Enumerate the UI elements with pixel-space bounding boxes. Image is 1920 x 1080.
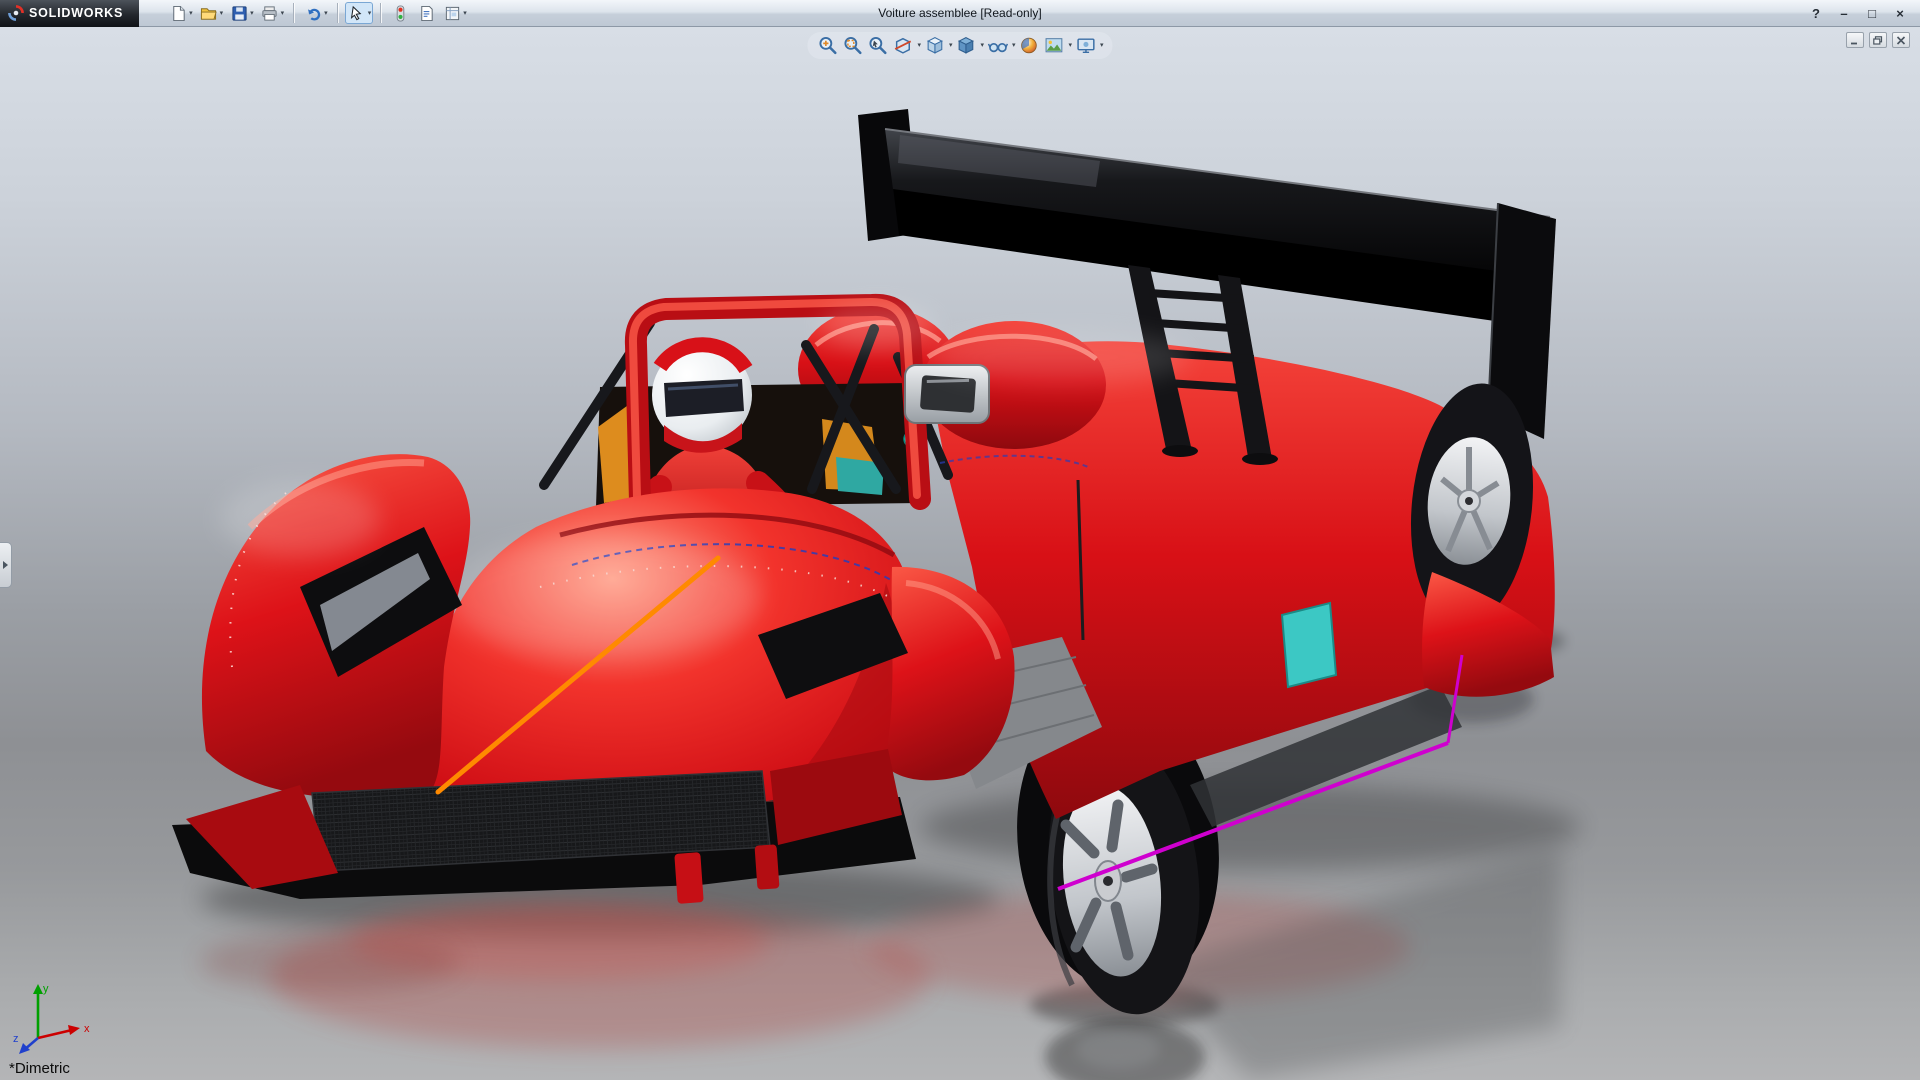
close-button[interactable]: × xyxy=(1888,3,1912,25)
document-window-controls xyxy=(1846,32,1910,48)
zoom-to-area-icon xyxy=(842,35,863,56)
undo-arrow-icon xyxy=(305,5,322,22)
rebuild-button[interactable] xyxy=(390,3,410,23)
solidworks-logo: SOLIDWORKS xyxy=(0,0,139,27)
document-restore-icon xyxy=(1873,36,1883,45)
new-dropdown-caret[interactable]: ▾ xyxy=(189,10,193,17)
toolbar-separator xyxy=(380,3,381,23)
hide-show-glasses-icon xyxy=(987,35,1008,56)
view-orientation-button[interactable] xyxy=(923,34,946,57)
solidworks-window: SOLIDWORKS ▾ ▾ ▾ ▾ xyxy=(0,0,1920,1080)
side-teal-panel[interactable] xyxy=(1282,603,1336,687)
file-properties-button[interactable] xyxy=(416,3,436,23)
select-dropdown-caret[interactable]: ▾ xyxy=(368,10,372,17)
driver-helmet xyxy=(652,345,752,453)
graphics-viewport[interactable]: ▾ ▾ ▾ ▾ ▾ ▾ xyxy=(0,27,1920,1080)
apply-scene-icon xyxy=(1044,35,1065,56)
featuremanager-collapse-tab[interactable] xyxy=(0,542,12,588)
document-minimize-icon xyxy=(1850,36,1860,45)
magnified-selection-icon xyxy=(867,35,888,56)
z-axis-label: z xyxy=(13,1033,19,1045)
document-close-button[interactable] xyxy=(1892,32,1910,48)
save-dropdown-caret[interactable]: ▾ xyxy=(250,10,254,17)
y-axis-label: y xyxy=(43,983,49,995)
options-button[interactable] xyxy=(442,3,462,23)
document-minimize-button[interactable] xyxy=(1846,32,1864,48)
view-orientation-cube-icon xyxy=(924,35,945,56)
undo-dropdown-caret[interactable]: ▾ xyxy=(324,10,328,17)
new-document-icon xyxy=(170,5,187,22)
zoom-to-fit-button[interactable] xyxy=(816,34,839,57)
open-document-button[interactable] xyxy=(199,3,219,23)
toolbar-separator xyxy=(337,3,338,23)
main-toolbar: ▾ ▾ ▾ ▾ ▾ xyxy=(165,0,470,27)
section-view-button[interactable] xyxy=(891,34,914,57)
document-close-icon xyxy=(1896,36,1906,45)
print-dropdown-caret[interactable]: ▾ xyxy=(281,10,285,17)
new-document-button[interactable] xyxy=(168,3,188,23)
brand-name: SOLIDWORKS xyxy=(29,6,123,20)
file-properties-icon xyxy=(418,5,435,22)
view-settings-icon xyxy=(1075,35,1096,56)
display-style-button[interactable] xyxy=(954,34,977,57)
printer-icon xyxy=(261,5,278,22)
window-controls: ? – □ × xyxy=(1804,0,1912,27)
undo-button[interactable] xyxy=(303,3,323,23)
magnified-selection-button[interactable] xyxy=(866,34,889,57)
expand-arrow-icon xyxy=(2,560,9,570)
print-button[interactable] xyxy=(260,3,280,23)
maximize-button[interactable]: □ xyxy=(1860,3,1884,25)
minimize-button[interactable]: – xyxy=(1832,3,1856,25)
edit-appearance-button[interactable] xyxy=(1018,34,1041,57)
apply-scene-caret[interactable]: ▾ xyxy=(1069,42,1073,49)
orientation-triad: x y z xyxy=(12,980,98,1054)
open-dropdown-caret[interactable]: ▾ xyxy=(220,10,224,17)
display-style-icon xyxy=(955,35,976,56)
view-settings-button[interactable] xyxy=(1074,34,1097,57)
window-title: Voiture assemblee [Read-only] xyxy=(878,6,1041,20)
zoom-to-area-button[interactable] xyxy=(841,34,864,57)
x-axis xyxy=(38,1030,72,1038)
select-cursor-icon xyxy=(348,5,365,22)
zoom-to-fit-icon xyxy=(817,35,838,56)
hide-show-caret[interactable]: ▾ xyxy=(1012,42,1016,49)
race-car-model[interactable] xyxy=(0,27,1920,1080)
view-orientation-label: *Dimetric xyxy=(9,1060,70,1077)
x-axis-label: x xyxy=(84,1023,90,1035)
save-floppy-icon xyxy=(231,5,248,22)
rebuild-traffic-light-icon xyxy=(392,5,409,22)
title-bar: SOLIDWORKS ▾ ▾ ▾ ▾ xyxy=(0,0,1920,27)
display-style-caret[interactable]: ▾ xyxy=(980,42,984,49)
document-restore-button[interactable] xyxy=(1869,32,1887,48)
appearance-ball-icon xyxy=(1019,35,1040,56)
view-orientation-caret[interactable]: ▾ xyxy=(949,42,953,49)
open-folder-icon xyxy=(200,5,217,22)
3ds-logo-icon xyxy=(8,5,24,21)
heads-up-view-toolbar: ▾ ▾ ▾ ▾ ▾ ▾ xyxy=(807,32,1112,59)
save-button[interactable] xyxy=(229,3,249,23)
view-settings-caret[interactable]: ▾ xyxy=(1100,42,1104,49)
help-button[interactable]: ? xyxy=(1804,3,1828,25)
apply-scene-button[interactable] xyxy=(1043,34,1066,57)
section-view-caret[interactable]: ▾ xyxy=(917,42,921,49)
hide-show-items-button[interactable] xyxy=(986,34,1009,57)
section-view-icon xyxy=(892,35,913,56)
options-sheet-icon xyxy=(444,5,461,22)
select-button[interactable] xyxy=(347,3,367,23)
toolbar-separator xyxy=(293,3,294,23)
options-dropdown-caret[interactable]: ▾ xyxy=(463,10,467,17)
